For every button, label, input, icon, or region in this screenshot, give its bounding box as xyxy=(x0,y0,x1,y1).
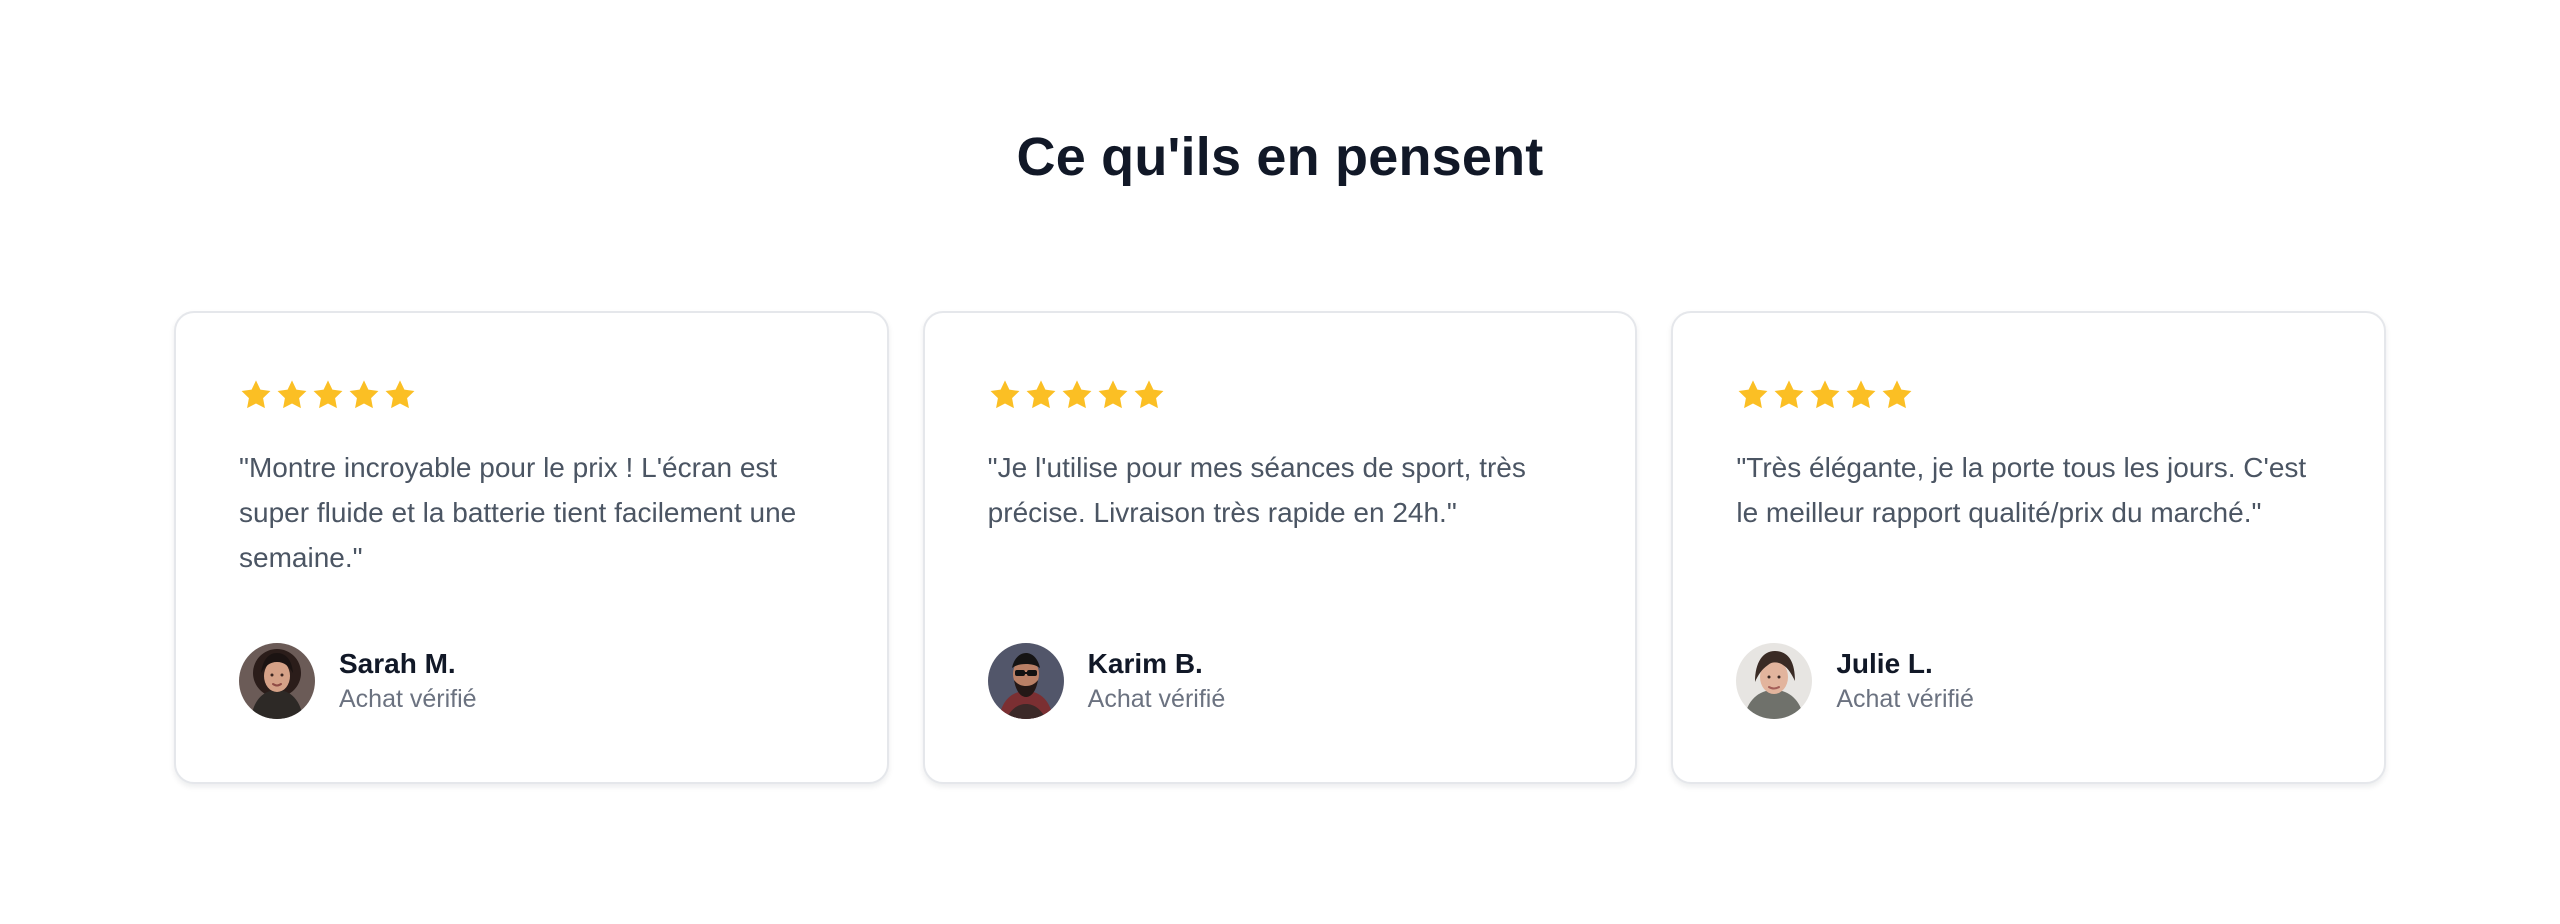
verified-purchase-label: Achat vérifié xyxy=(1087,684,1226,713)
author-name: Julie L. xyxy=(1836,647,1933,679)
star-rating xyxy=(988,378,1166,414)
review-quote: "Montre incroyable pour le prix ! L'écra… xyxy=(239,452,797,573)
star-icon xyxy=(1772,378,1806,412)
review-quote: "Très élégante, je la porte tous les jou… xyxy=(1736,452,2307,528)
star-icon xyxy=(988,378,1022,412)
star-icon xyxy=(1808,378,1842,412)
star-icon xyxy=(239,378,273,412)
star-rating xyxy=(1736,378,1914,414)
star-icon xyxy=(1060,378,1094,412)
star-icon xyxy=(1844,378,1878,412)
review-author: Sarah M. Achat vérifié xyxy=(239,643,477,719)
star-icon xyxy=(347,378,381,412)
section-title: Ce qu'ils en pensent xyxy=(1016,127,1544,187)
star-rating xyxy=(239,378,417,414)
star-icon xyxy=(1736,378,1770,412)
review-author: Julie L. Achat vérifié xyxy=(1736,643,1974,719)
review-card: "Très élégante, je la porte tous les jou… xyxy=(1671,311,2387,784)
review-card: "Je l'utilise pour mes séances de sport,… xyxy=(922,311,1638,784)
star-icon xyxy=(1024,378,1058,412)
star-icon xyxy=(383,378,417,412)
woman-portrait-avatar xyxy=(1736,643,1813,719)
man-portrait-avatar xyxy=(987,643,1064,719)
woman-portrait-avatar xyxy=(239,643,315,719)
verified-purchase-label: Achat vérifié xyxy=(339,684,477,713)
review-author: Karim B. Achat vérifié xyxy=(987,643,1226,719)
review-card: "Montre incroyable pour le prix ! L'écra… xyxy=(174,311,889,784)
review-cards: "Montre incroyable pour le prix ! L'écra… xyxy=(174,311,2387,784)
verified-purchase-label: Achat vérifié xyxy=(1836,684,1974,713)
review-quote: "Je l'utilise pour mes séances de sport,… xyxy=(987,452,1526,528)
author-details: Julie L. Achat vérifié xyxy=(1836,647,1974,716)
author-details: Karim B. Achat vérifié xyxy=(1088,647,1226,716)
star-icon xyxy=(311,378,345,412)
star-icon xyxy=(1880,378,1914,412)
star-icon xyxy=(275,378,309,412)
testimonials-section: Ce qu'ils en pensent "Montre incroyable … xyxy=(0,0,2560,924)
star-icon xyxy=(1096,378,1130,412)
author-name: Sarah M. xyxy=(339,647,456,679)
star-icon xyxy=(1132,378,1166,412)
author-details: Sarah M. Achat vérifié xyxy=(339,647,477,716)
author-name: Karim B. xyxy=(1087,647,1203,679)
